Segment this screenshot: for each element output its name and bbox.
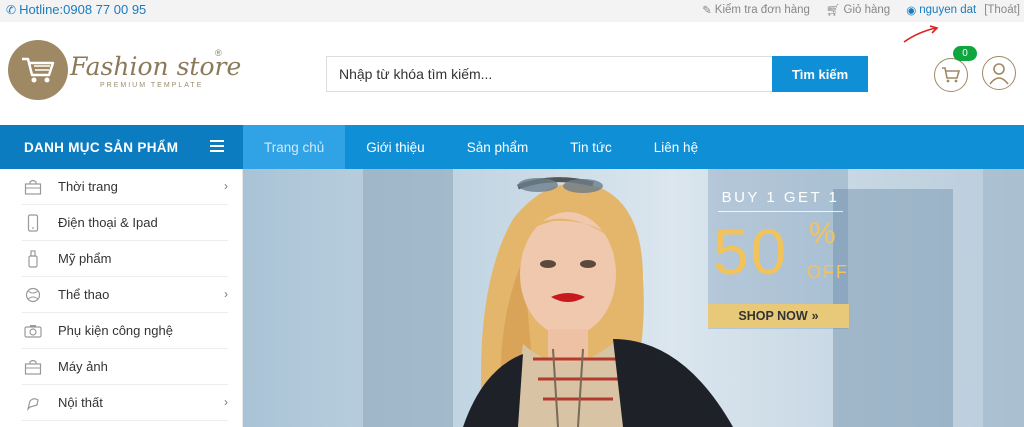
promo-headline: BUY 1 GET 1 (721, 189, 840, 206)
shop-now-label: SHOP NOW (738, 309, 808, 323)
sidebar-item-label: Mỹ phẩm (58, 251, 112, 266)
header-user-button[interactable] (982, 56, 1016, 90)
cart-small-icon: 🛒︎ (825, 5, 841, 17)
cart-link[interactable]: 🛒︎ Giỏ hàng (826, 3, 890, 17)
sidebar-item-fashion[interactable]: Thời trang › (22, 169, 228, 205)
camera-accessory-icon (22, 321, 44, 341)
nav-items: Trang chủ Giới thiệu Sản phẩm Tin tức Li… (243, 125, 719, 169)
user-account-link[interactable]: ◉ nguyen dat (906, 3, 976, 17)
sidebar-item-furniture[interactable]: Nội thất › (22, 385, 228, 421)
promo-discount: 50 (713, 216, 789, 288)
banner-model-image (463, 177, 733, 427)
shop-now-button[interactable]: SHOP NOW » (708, 304, 849, 328)
cart-count-badge: 0 (953, 46, 977, 61)
sidebar-item-tech-accessories[interactable]: Phụ kiện công nghệ (22, 313, 228, 349)
promo-off: OFF (807, 262, 849, 282)
hamburger-icon[interactable] (210, 140, 224, 152)
chevron-right-icon: › (224, 287, 228, 301)
search-input[interactable] (326, 56, 773, 92)
category-menu-header[interactable]: DANH MỤC SẢN PHẨM (0, 125, 243, 169)
nav-item-news[interactable]: Tin tức (549, 125, 633, 169)
search-button[interactable]: Tìm kiếm (772, 56, 868, 92)
phone-icon: ✆ (6, 2, 17, 17)
ball-icon (22, 285, 44, 305)
camera-bag-icon (22, 357, 44, 377)
sidebar-item-sports[interactable]: Thể thao › (22, 277, 228, 313)
order-check-link[interactable]: ✎ Kiểm tra đơn hàng (702, 3, 810, 17)
promo-percent: % (809, 217, 836, 250)
chevron-right-icon: › (224, 395, 228, 409)
nav-item-products[interactable]: Sản phẩm (446, 125, 550, 169)
sidebar-item-label: Phụ kiện công nghệ (58, 323, 173, 338)
hero-banner[interactable]: BUY 1 GET 1 50 % OFF SHOP NOW » (243, 169, 1024, 427)
promo-divider (718, 211, 843, 212)
sidebar-item-label: Thể thao (58, 287, 110, 302)
phone-icon (22, 213, 44, 233)
banner-background-building (363, 169, 453, 427)
sidebar-item-label: Điện thoại & Ipad (58, 215, 158, 230)
top-bar: ✆ Hotline:0908 77 00 95 ✎ Kiểm tra đơn h… (0, 0, 1024, 22)
hotline-text: Hotline:0908 77 00 95 (19, 2, 147, 17)
logo-tagline: PREMIUM TEMPLATE (100, 82, 204, 89)
user-circle-icon: ◉ (906, 5, 917, 17)
nav-item-home[interactable]: Trang chủ (243, 125, 346, 169)
sidebar-item-label: Thời trang (58, 179, 118, 194)
sidebar-item-label: Nội thất (58, 395, 103, 410)
username: nguyen dat (919, 4, 977, 16)
banner-background-building (833, 189, 953, 427)
sidebar-item-label: Máy ảnh (58, 359, 108, 374)
cart-link-label: Giỏ hàng (843, 4, 891, 16)
category-menu-title: DANH MỤC SẢN PHẨM (24, 139, 179, 155)
sidebar-item-cameras[interactable]: Máy ảnh (22, 349, 228, 385)
hotline: ✆ Hotline:0908 77 00 95 (6, 2, 146, 17)
nav-item-about[interactable]: Giới thiệu (345, 125, 445, 169)
order-check-label: Kiểm tra đơn hàng (714, 4, 810, 16)
sidebar-item-cosmetics[interactable]: Mỹ phẩm (22, 241, 228, 277)
top-links: ✎ Kiểm tra đơn hàng 🛒︎ Giỏ hàng ◉ nguyen… (702, 3, 1020, 17)
logout-link[interactable]: [Thoát] (984, 4, 1020, 16)
logo-cart-icon[interactable] (8, 40, 68, 100)
logo-registered-mark: ® (215, 48, 222, 58)
bag-icon (22, 177, 44, 197)
nav-item-contact[interactable]: Liên hệ (633, 125, 719, 169)
header-cart-button[interactable] (934, 58, 968, 92)
annotation-arrow (903, 25, 939, 43)
user-icon (989, 63, 1009, 85)
chevron-right-icon: › (224, 179, 228, 193)
sidebar-item-phones[interactable]: Điện thoại & Ipad (22, 205, 228, 241)
banner-background-building (983, 169, 1024, 427)
double-chevron-right-icon: » (811, 309, 819, 323)
edit-icon: ✎ (702, 5, 712, 17)
category-sidebar: Thời trang › Điện thoại & Ipad Mỹ phẩm T… (0, 169, 243, 427)
furniture-icon (22, 393, 44, 413)
cart-icon (942, 67, 961, 83)
cosmetic-icon (22, 249, 44, 269)
